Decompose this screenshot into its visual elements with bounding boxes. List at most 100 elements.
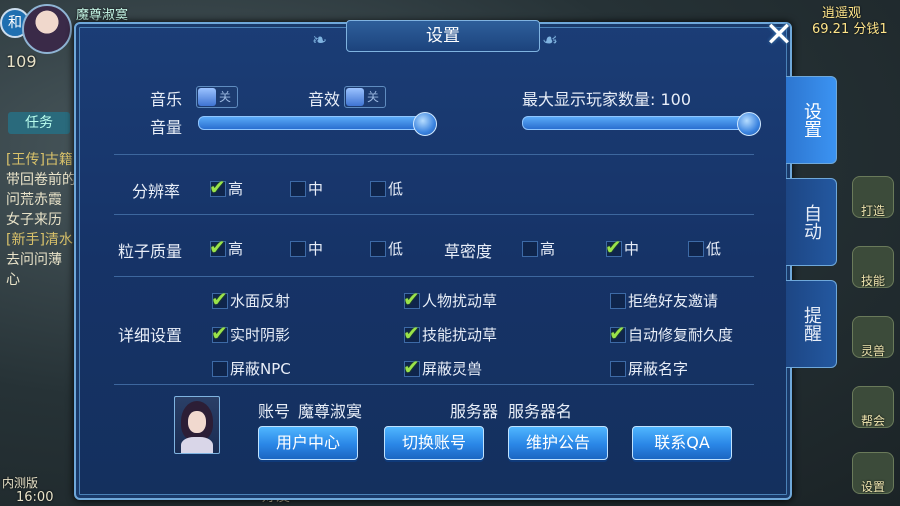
skill-icon[interactable]: 技能 bbox=[852, 246, 894, 288]
music-toggle[interactable]: 关 bbox=[196, 86, 238, 108]
checkbox-box: ✔ bbox=[605, 235, 622, 259]
music-label: 音乐 bbox=[150, 90, 183, 109]
pet-label: 灵兽 bbox=[860, 344, 885, 358]
user-center-button[interactable]: 用户中心 bbox=[258, 426, 358, 460]
hide-pet-checkbox[interactable]: ✔ 屏蔽灵兽 bbox=[403, 355, 483, 379]
hide-names-checkbox[interactable]: 屏蔽名字 bbox=[610, 358, 688, 379]
checkbox-label: 高 bbox=[228, 240, 244, 258]
check-icon: ✔ bbox=[605, 234, 622, 259]
checkbox-box: ✔ bbox=[209, 175, 226, 199]
check-icon: ✔ bbox=[209, 174, 226, 199]
resolution-high-checkbox[interactable]: ✔ 高 bbox=[209, 175, 244, 199]
pet-icon[interactable]: 灵兽 bbox=[852, 316, 894, 358]
checkbox-box: ✔ bbox=[209, 235, 226, 259]
account-name: 魔尊淑寞 bbox=[298, 402, 363, 421]
checkbox-label: 屏蔽名字 bbox=[628, 360, 689, 378]
toggle-text: 关 bbox=[219, 90, 232, 104]
water-reflection-checkbox[interactable]: ✔ 水面反射 bbox=[211, 287, 291, 311]
check-icon: ✔ bbox=[211, 286, 228, 311]
player-avatar[interactable] bbox=[22, 4, 72, 54]
grass-high-checkbox[interactable]: 高 bbox=[522, 238, 555, 259]
grass-low-checkbox[interactable]: 低 bbox=[688, 238, 721, 259]
checkbox-label: 中 bbox=[624, 240, 640, 258]
check-icon: ✔ bbox=[609, 320, 626, 345]
realtime-shadow-checkbox[interactable]: ✔ 实时阴影 bbox=[211, 321, 291, 345]
server-name: 服务器名 bbox=[508, 402, 573, 421]
checkbox-label: 水面反射 bbox=[230, 292, 291, 310]
checkbox-label: 高 bbox=[540, 240, 556, 258]
check-icon: ✔ bbox=[403, 320, 420, 345]
tab-reminder[interactable]: 提醒 bbox=[786, 280, 837, 368]
avatar-face bbox=[188, 411, 206, 433]
particle-high-checkbox[interactable]: ✔ 高 bbox=[209, 235, 244, 259]
tab-label: 提醒 bbox=[801, 306, 822, 342]
tab-settings[interactable]: 设置 bbox=[786, 76, 837, 164]
avatar-body bbox=[181, 437, 213, 453]
quest-line: 问荒赤霞 bbox=[6, 192, 62, 208]
tab-auto[interactable]: 自动 bbox=[786, 178, 837, 266]
checkbox-label: 自动修复耐久度 bbox=[628, 326, 734, 344]
quest-line: [新手]清水 bbox=[6, 232, 73, 248]
dialog-title: 设置 bbox=[346, 20, 540, 52]
switch-account-button[interactable]: 切换账号 bbox=[384, 426, 484, 460]
resolution-low-checkbox[interactable]: 低 bbox=[370, 178, 403, 199]
checkbox-box bbox=[522, 240, 538, 257]
quest-line: [王传]古籍 bbox=[6, 152, 73, 168]
task-tab[interactable]: 任务 bbox=[8, 112, 70, 134]
max-players-slider-thumb[interactable] bbox=[737, 112, 761, 136]
checkbox-label: 实时阴影 bbox=[230, 326, 291, 344]
max-players-slider[interactable] bbox=[522, 112, 761, 136]
quest-line: 女子来历 bbox=[6, 212, 62, 228]
maintenance-notice-button[interactable]: 维护公告 bbox=[508, 426, 608, 460]
tab-label: 自动 bbox=[801, 204, 822, 240]
sfx-label: 音效 bbox=[308, 90, 341, 109]
checkbox-label: 人物扰动草 bbox=[422, 292, 498, 310]
toggle-text: 关 bbox=[367, 90, 380, 104]
toggle-knob bbox=[198, 88, 216, 106]
checkbox-label: 技能扰动草 bbox=[422, 326, 498, 344]
checkbox-label: 屏蔽NPC bbox=[230, 360, 291, 378]
checkbox-label: 中 bbox=[308, 240, 324, 258]
sfx-toggle[interactable]: 关 bbox=[344, 86, 386, 108]
hide-npc-checkbox[interactable]: 屏蔽NPC bbox=[212, 358, 291, 379]
volume-label: 音量 bbox=[150, 118, 183, 137]
resolution-label: 分辨率 bbox=[132, 182, 181, 201]
particle-low-checkbox[interactable]: 低 bbox=[370, 238, 403, 259]
skill-grass-checkbox[interactable]: ✔ 技能扰动草 bbox=[403, 321, 498, 345]
quest-line: 带回卷前的 bbox=[6, 172, 76, 188]
server-label: 服务器 bbox=[450, 402, 499, 421]
quest-log[interactable]: [王传]古籍 带回卷前的 问荒赤霞 女子来历 [新手]清水 去问问薄 心 bbox=[6, 150, 76, 290]
character-grass-checkbox[interactable]: ✔ 人物扰动草 bbox=[403, 287, 498, 311]
checkbox-label: 低 bbox=[706, 240, 722, 258]
settings-dialog: ❧ ☙ 设置 音乐 关 音效 关 音量 最大显示玩家数量: 100 分辨率 ✔ … bbox=[74, 20, 792, 500]
settings-icon[interactable]: 设置 bbox=[852, 452, 894, 494]
checkbox-box bbox=[610, 292, 626, 309]
check-icon: ✔ bbox=[209, 234, 226, 259]
volume-slider[interactable] bbox=[198, 112, 437, 136]
max-players-label: 最大显示玩家数量: 100 bbox=[522, 90, 692, 109]
guild-icon[interactable]: 帮会 bbox=[852, 386, 894, 428]
contact-qa-button[interactable]: 联系QA bbox=[632, 426, 732, 460]
checkbox-box: ✔ bbox=[403, 321, 420, 345]
section-divider bbox=[114, 384, 754, 385]
particle-mid-checkbox[interactable]: 中 bbox=[290, 238, 323, 259]
section-divider bbox=[114, 154, 754, 155]
forge-icon[interactable]: 打造 bbox=[852, 176, 894, 218]
checkbox-box: ✔ bbox=[211, 287, 228, 311]
refuse-friend-invite-checkbox[interactable]: 拒绝好友邀请 bbox=[610, 290, 718, 311]
volume-slider-thumb[interactable] bbox=[413, 112, 437, 136]
settings-label: 设置 bbox=[860, 480, 885, 494]
checkbox-label: 高 bbox=[228, 180, 244, 198]
resolution-mid-checkbox[interactable]: 中 bbox=[290, 178, 323, 199]
section-divider bbox=[114, 276, 754, 277]
checkbox-label: 屏蔽灵兽 bbox=[422, 360, 483, 378]
grass-mid-checkbox[interactable]: ✔ 中 bbox=[605, 235, 640, 259]
forge-label: 打造 bbox=[860, 204, 885, 218]
top-right-value: 69.21 分钱1 bbox=[812, 22, 888, 37]
checkbox-label: 低 bbox=[388, 180, 404, 198]
checkbox-box: ✔ bbox=[609, 321, 626, 345]
auto-repair-checkbox[interactable]: ✔ 自动修复耐久度 bbox=[609, 321, 734, 345]
checkbox-box bbox=[212, 360, 228, 377]
particle-label: 粒子质量 bbox=[118, 242, 183, 261]
close-icon[interactable]: ✕ bbox=[762, 18, 796, 52]
